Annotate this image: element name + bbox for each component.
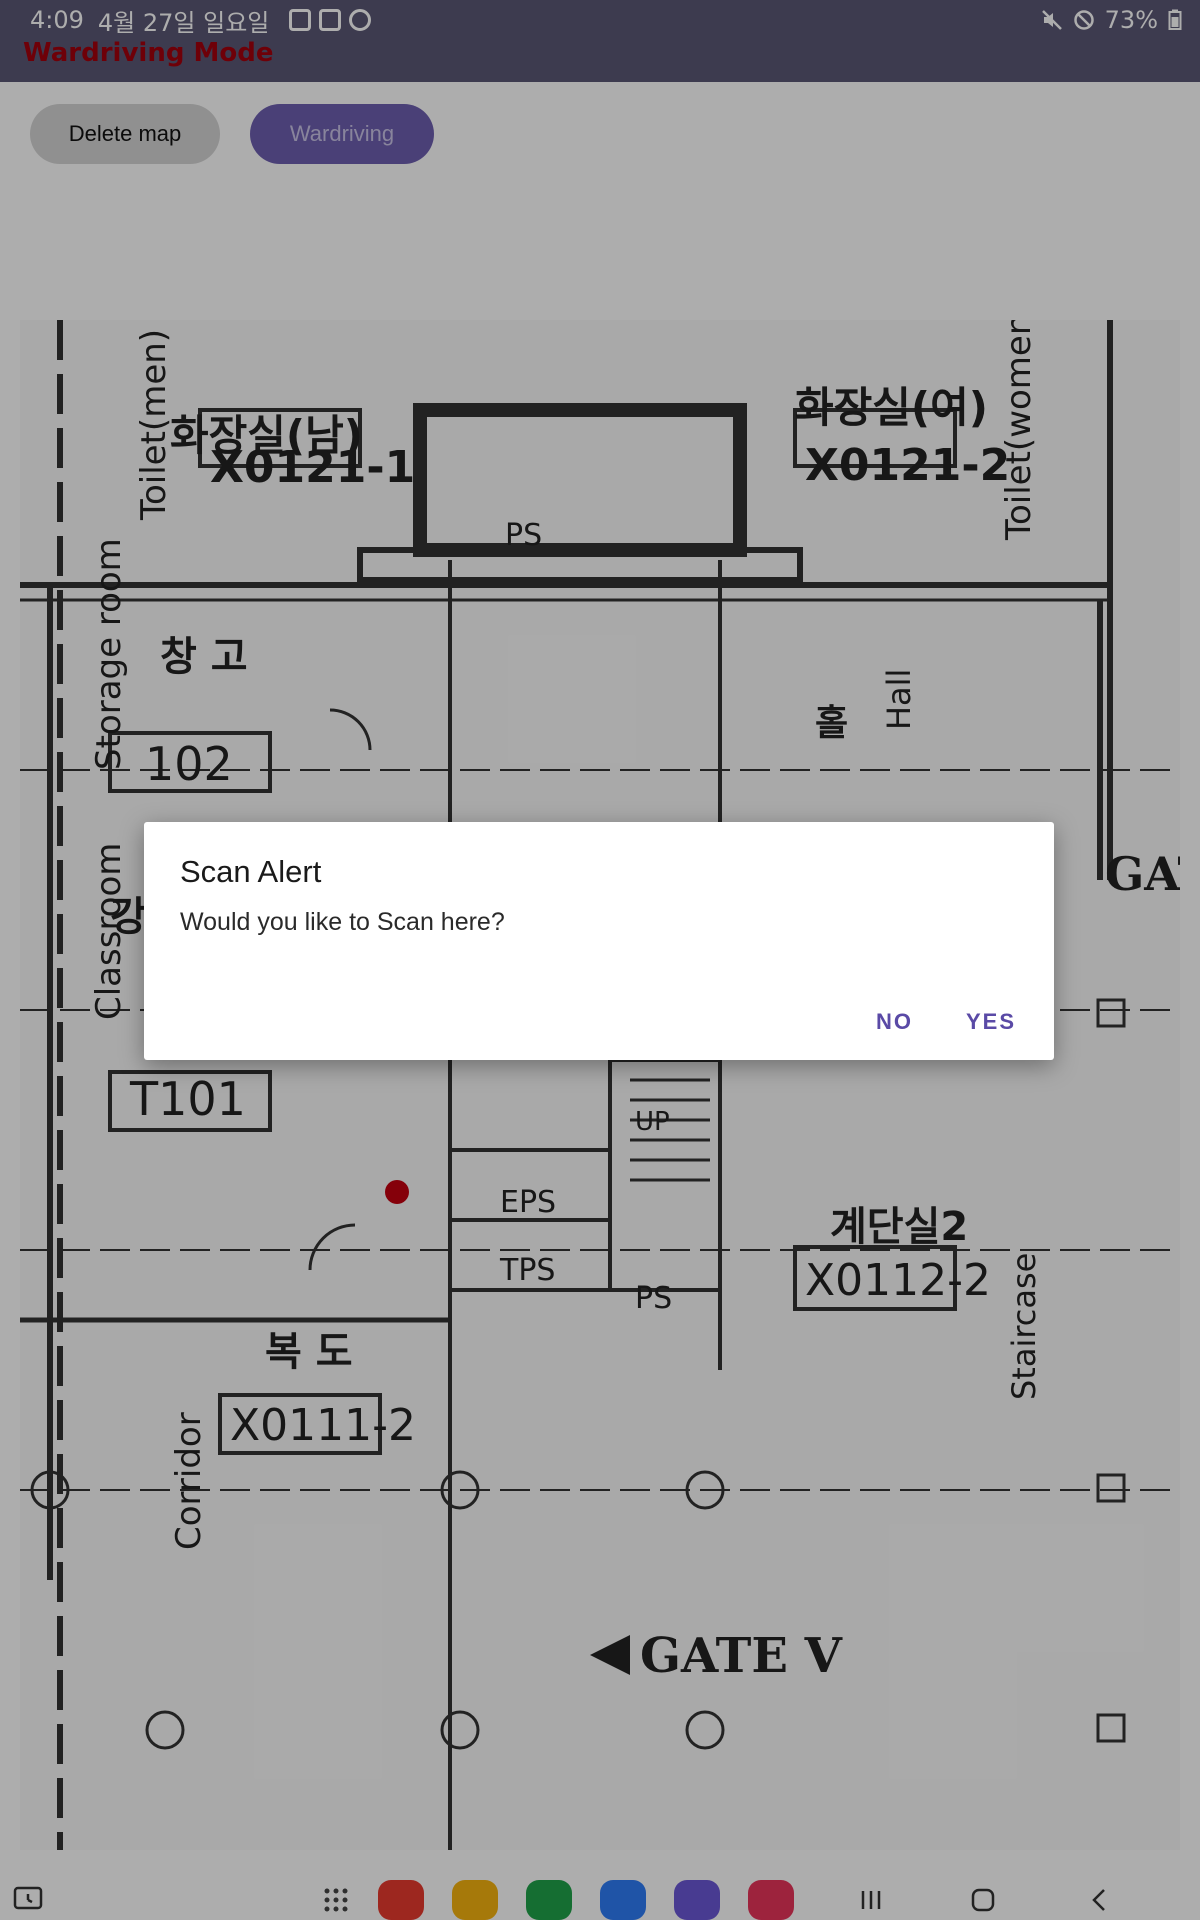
dialog-message: Would you like to Scan here? [180,908,505,936]
scan-alert-dialog: Scan Alert Would you like to Scan here? … [144,822,1054,1060]
no-button[interactable]: NO [866,1002,923,1042]
dialog-title: Scan Alert [180,854,322,889]
yes-button[interactable]: YES [956,1002,1026,1042]
